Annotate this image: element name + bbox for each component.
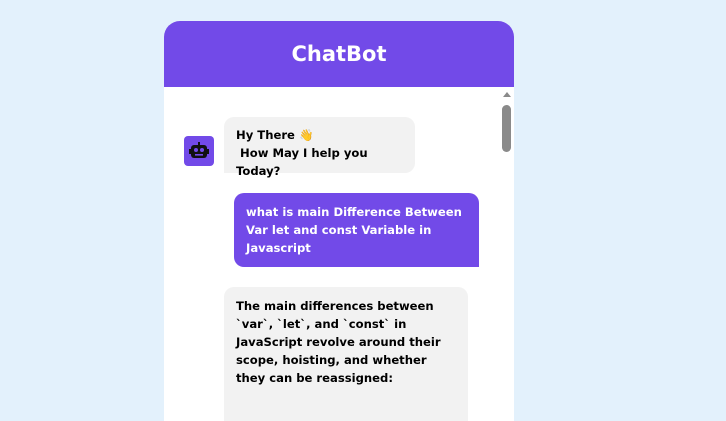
chatbot-window: ChatBot Hy There 👋 How May I help you To…	[164, 21, 514, 421]
robot-icon	[184, 136, 214, 166]
user-message: what is main Difference Between Var let …	[234, 193, 479, 267]
scroll-up-arrow-icon[interactable]	[503, 92, 511, 97]
chat-scrollbar[interactable]	[500, 87, 514, 421]
scroll-thumb[interactable]	[502, 105, 511, 152]
chatbot-title: ChatBot	[291, 42, 387, 66]
bot-message: Hy There 👋 How May I help you Today?	[224, 117, 415, 178]
chatbot-header: ChatBot	[164, 21, 514, 87]
chat-messages[interactable]: Hy There 👋 How May I help you Today? wha…	[164, 87, 514, 421]
